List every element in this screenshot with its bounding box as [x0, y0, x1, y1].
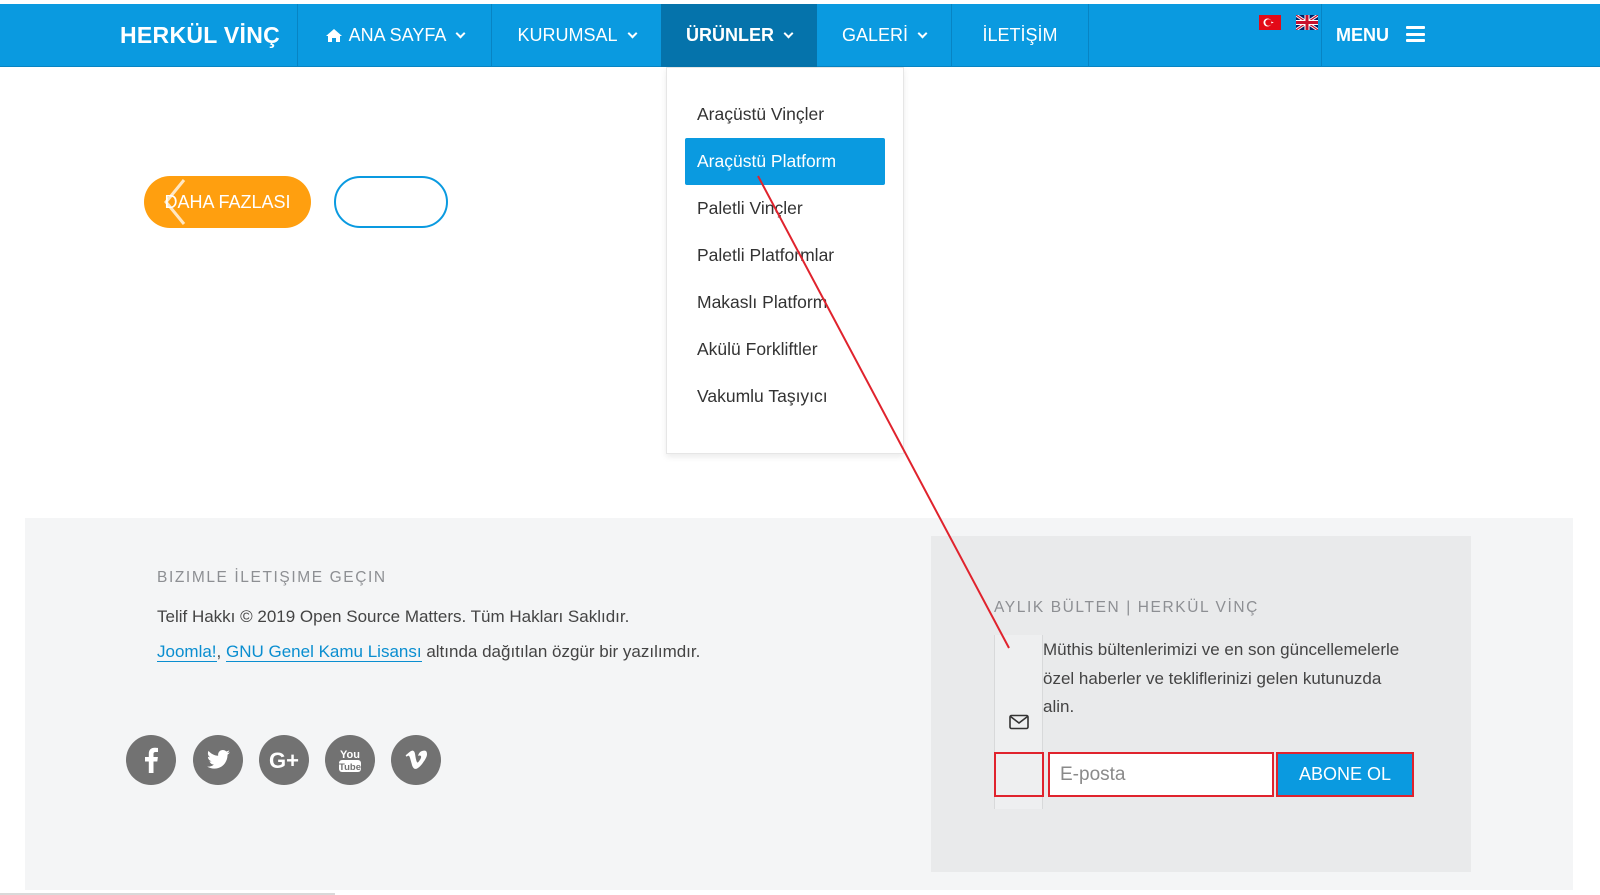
subscribe-button[interactable]: ABONE OL — [1276, 752, 1414, 797]
chevron-left-icon[interactable] — [160, 178, 190, 226]
nav-divider — [1321, 4, 1322, 67]
products-dropdown: Araçüstü Vinçler Araçüstü Platform Palet… — [666, 67, 904, 454]
nav-item-kurumsal[interactable]: KURUMSAL — [492, 4, 661, 67]
joomla-link[interactable]: Joomla! — [157, 642, 217, 662]
footer-heading: BIZIMLE İLETIŞIME GEÇIN — [157, 569, 387, 586]
nav-item-urunler[interactable]: ÜRÜNLER — [661, 4, 817, 67]
twitter-icon[interactable] — [193, 735, 243, 785]
chevron-down-icon — [783, 28, 794, 39]
nav-item-label: KURUMSAL — [517, 25, 618, 45]
page: HERKÜL VİNÇ ANA SAYFA KURUMSAL ÜRÜNLER G… — [0, 0, 1600, 895]
home-icon — [325, 29, 342, 42]
newsletter-description: Müthis bültenlerimizi ve en son güncelle… — [1043, 640, 1400, 716]
chevron-down-icon — [627, 28, 637, 39]
top-navbar: HERKÜL VİNÇ ANA SAYFA KURUMSAL ÜRÜNLER G… — [0, 4, 1600, 67]
license-rest-text: altında dağıtılan özgür bir yazılımdır. — [421, 642, 701, 661]
gnu-license-link[interactable]: GNU Genel Kamu Lisansı — [226, 642, 422, 662]
newsletter-addon-box — [994, 752, 1044, 797]
facebook-icon[interactable] — [126, 735, 176, 785]
nav-item-label: GALERİ — [841, 25, 909, 45]
nav-item-label: İLETİŞİM — [982, 25, 1058, 45]
svg-text:G+: G+ — [269, 748, 299, 773]
license-text: Joomla!, GNU Genel Kamu Lisansı altında … — [157, 642, 700, 662]
turkish-flag-icon[interactable] — [1259, 15, 1281, 30]
nav-item-ana-sayfa[interactable]: ANA SAYFA — [298, 4, 491, 67]
youtube-icon[interactable]: You Tube — [325, 735, 375, 785]
svg-text:Tube: Tube — [339, 762, 361, 773]
email-field[interactable] — [1048, 752, 1274, 797]
dropdown-item[interactable]: Paletli Vinçler — [685, 185, 885, 232]
menu-button-label: MENU — [1336, 25, 1389, 45]
dropdown-item[interactable]: Paletli Platformlar — [685, 232, 885, 279]
dropdown-item-active[interactable]: Araçüstü Platform — [685, 138, 885, 185]
google-plus-icon[interactable]: G+ — [259, 735, 309, 785]
nav-item-iletisim[interactable]: İLETİŞİM — [952, 4, 1088, 67]
brand-logo[interactable]: HERKÜL VİNÇ — [120, 4, 280, 67]
menu-button[interactable]: MENU — [1336, 4, 1426, 67]
copyright-text: Telif Hakkı © 2019 Open Source Matters. … — [157, 607, 630, 626]
nav-item-label: ÜRÜNLER — [686, 25, 774, 45]
nav-item-label: ANA SAYFA — [348, 25, 447, 45]
dropdown-item[interactable]: Akülü Forkliftler — [685, 326, 885, 373]
chevron-down-icon — [917, 28, 928, 39]
svg-text:You: You — [340, 749, 360, 761]
secondary-button[interactable] — [334, 176, 448, 228]
nav-divider — [1088, 4, 1089, 67]
chevron-down-icon — [455, 28, 466, 39]
dropdown-item[interactable]: Vakumlu Taşıyıcı — [685, 373, 885, 420]
uk-flag-icon[interactable] — [1296, 15, 1318, 30]
nav-item-galeri[interactable]: GALERİ — [817, 4, 951, 67]
newsletter-heading: AYLIK BÜLTEN | HERKÜL VİNÇ — [994, 599, 1259, 616]
dropdown-item[interactable]: Araçüstü Vinçler — [685, 91, 885, 138]
hamburger-icon — [1406, 26, 1426, 43]
mail-icon — [1009, 714, 1029, 730]
dropdown-item[interactable]: Makaslı Platform — [685, 279, 885, 326]
comma: , — [216, 642, 222, 661]
vimeo-icon[interactable] — [391, 735, 441, 785]
